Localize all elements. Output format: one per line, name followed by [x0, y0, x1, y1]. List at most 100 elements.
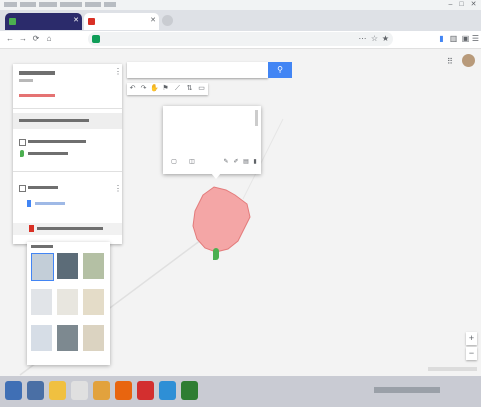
basemap-thumb-map[interactable]: [31, 253, 54, 281]
basemap-thumb-dark[interactable]: [57, 325, 78, 351]
close-window-icon[interactable]: ✕: [469, 1, 478, 9]
forward-icon[interactable]: →: [18, 32, 28, 46]
basemap-thumb-light[interactable]: [31, 289, 52, 315]
layer-checkbox[interactable]: [19, 185, 26, 192]
save-status: [19, 94, 55, 97]
basemap-thumb-terrain[interactable]: [83, 253, 104, 279]
word-icon[interactable]: [159, 381, 176, 400]
system-tray-icons[interactable]: [374, 387, 440, 393]
new-tab-button[interactable]: [162, 15, 173, 26]
feature-name: [37, 227, 103, 230]
menu-item[interactable]: [20, 2, 36, 7]
route-icon[interactable]: ⇅: [185, 84, 194, 94]
selected-feature-row[interactable]: [13, 223, 122, 235]
library-icon[interactable]: ▥: [449, 34, 458, 44]
more-icon[interactable]: ⋯: [358, 34, 367, 44]
maximize-icon[interactable]: □: [457, 1, 466, 9]
map-canvas[interactable]: ⚲ ↶ ↷ ✋ ⚑ ⟋ ⇅ ▭ ⠿ ⋮ ⋮ ▢ ◫ ✎ ✐ ▤ ▮ + −: [0, 49, 481, 376]
taskbar: [0, 376, 481, 407]
menu-item[interactable]: [85, 2, 101, 7]
map-pin-icon: [29, 225, 34, 232]
address-bar: ← → ⟳ ⌂ ⋯ ☆ ★ ▮ ▥ ▣ ☰: [0, 31, 481, 49]
layer-checkbox[interactable]: [19, 139, 26, 146]
layer-item[interactable]: [28, 152, 68, 155]
popup-scrollbar[interactable]: [255, 110, 258, 126]
tab-title: [98, 16, 147, 26]
user-app-icon[interactable]: [27, 381, 44, 400]
style-paint-icon[interactable]: ✎: [223, 159, 229, 165]
basemap-thumb-simple[interactable]: [83, 289, 104, 315]
tab-favicon-icon: [88, 18, 95, 25]
star-icon[interactable]: ★: [381, 34, 390, 44]
menu-item[interactable]: [104, 2, 116, 7]
url-text[interactable]: [104, 32, 352, 46]
hand-icon[interactable]: ✋: [150, 84, 159, 94]
extension-icon[interactable]: ▮: [437, 34, 446, 44]
zoom-out-button[interactable]: −: [466, 347, 477, 360]
basemap-thumb-mono[interactable]: [57, 289, 78, 315]
divider: [13, 171, 122, 172]
feature-info-popup: ▢ ◫ ✎ ✐ ▤ ▮: [163, 106, 261, 179]
reload-icon[interactable]: ⟳: [31, 32, 41, 46]
media-icon[interactable]: [71, 381, 88, 400]
opera-icon[interactable]: [137, 381, 154, 400]
folder-icon[interactable]: [49, 381, 66, 400]
excel-icon[interactable]: [181, 381, 198, 400]
google-logo: [220, 353, 272, 363]
browser-tab-active[interactable]: ✕: [84, 13, 159, 30]
layer-name[interactable]: [28, 186, 58, 189]
avatar[interactable]: [462, 54, 475, 67]
layer-name[interactable]: [28, 140, 86, 143]
boundary-polygon[interactable]: [192, 186, 251, 253]
start-button-icon[interactable]: [5, 381, 22, 400]
apps-grid-icon[interactable]: ⠿: [447, 58, 455, 66]
map-search-input[interactable]: [127, 62, 268, 78]
style-link[interactable]: [35, 202, 65, 205]
more-vert-icon[interactable]: ⋮: [114, 68, 122, 76]
firefox-icon[interactable]: [115, 381, 132, 400]
basemap-thumb-satellite[interactable]: [57, 253, 78, 279]
home-icon[interactable]: ⌂: [44, 32, 54, 46]
add-layer-row[interactable]: [13, 113, 122, 129]
style-icon[interactable]: [27, 200, 31, 207]
tab-close-icon[interactable]: ✕: [150, 16, 156, 26]
bookmark-icon[interactable]: ☆: [370, 34, 379, 44]
sidebar-icon[interactable]: ▣: [461, 34, 470, 44]
ruler-icon[interactable]: ▭: [197, 84, 206, 94]
browser-tab[interactable]: ✕: [5, 13, 82, 30]
filter-icon[interactable]: ▤: [243, 159, 249, 165]
menu-item[interactable]: [60, 2, 82, 7]
back-icon[interactable]: ←: [5, 32, 15, 46]
lock-icon: [92, 35, 100, 43]
map-title[interactable]: [19, 71, 55, 75]
taskbar-clock[interactable]: [446, 384, 474, 398]
browser-menu-icon[interactable]: ☰: [471, 34, 480, 44]
menu-item[interactable]: [39, 2, 57, 7]
undo-icon[interactable]: ↶: [128, 84, 137, 94]
popup-pointer: [211, 173, 221, 179]
zoom-in-button[interactable]: +: [466, 332, 477, 345]
minimize-icon[interactable]: –: [446, 1, 455, 9]
line-icon[interactable]: ⟋: [173, 84, 182, 94]
chrome-icon[interactable]: [93, 381, 110, 400]
edit-icon[interactable]: ✐: [233, 159, 239, 165]
tab-strip: ✕ ✕: [0, 10, 481, 31]
basemap-thumb-vintage[interactable]: [83, 325, 104, 351]
map-pin-icon: [20, 150, 24, 157]
more-vert-icon[interactable]: ⋮: [114, 185, 122, 193]
search-button[interactable]: ⚲: [268, 62, 292, 78]
url-bar[interactable]: ⋯ ☆ ★: [88, 32, 393, 46]
basemap-thumb-light-political[interactable]: [31, 325, 52, 351]
map-toolbar: ↶ ↷ ✋ ⚑ ⟋ ⇅ ▭: [127, 83, 208, 95]
delete-icon[interactable]: ▮: [252, 159, 258, 165]
tab-close-icon[interactable]: ✕: [73, 16, 79, 26]
marker-icon[interactable]: ⚑: [161, 84, 170, 94]
directions-icon[interactable]: ◫: [189, 159, 195, 165]
redo-icon[interactable]: ↷: [139, 84, 148, 94]
map-marker[interactable]: [213, 248, 219, 260]
menu-item[interactable]: [4, 2, 17, 7]
photo-icon[interactable]: ▢: [171, 159, 177, 165]
map-legend-panel: ⋮ ⋮: [13, 64, 122, 244]
map-attribution: [428, 367, 477, 371]
add-layer-label: [19, 119, 89, 122]
